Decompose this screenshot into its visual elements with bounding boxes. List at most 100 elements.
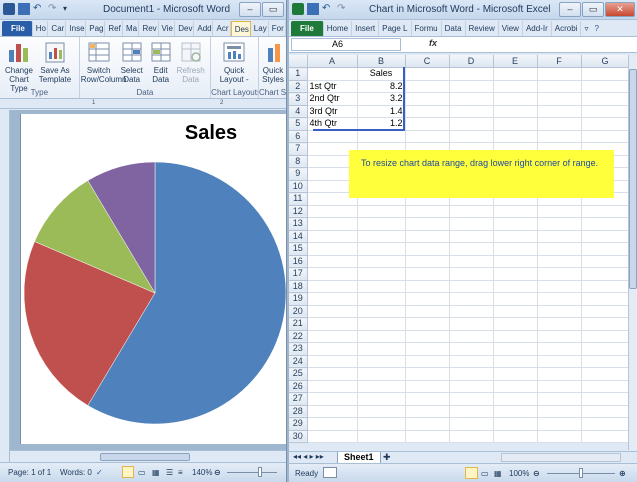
cell-b[interactable] — [357, 317, 406, 331]
cell[interactable] — [449, 305, 494, 318]
cell[interactable] — [405, 267, 450, 281]
row-header[interactable]: 30 — [289, 430, 308, 443]
proofing-icon[interactable]: ✓ — [96, 468, 103, 477]
horizontal-ruler[interactable]: 1 2 — [0, 99, 286, 109]
column-header[interactable]: D — [449, 55, 494, 68]
cell[interactable] — [537, 230, 582, 243]
cell[interactable] — [493, 92, 538, 106]
tab-view[interactable]: Vie — [159, 21, 176, 36]
cell-b[interactable] — [357, 405, 406, 418]
cell[interactable] — [405, 405, 450, 418]
cell[interactable] — [537, 330, 582, 343]
scrollbar-thumb[interactable] — [100, 453, 190, 461]
cell[interactable] — [493, 392, 538, 406]
cell[interactable] — [405, 392, 450, 406]
tab-add-ins[interactable]: Add — [194, 21, 214, 36]
restore-button[interactable]: ▭ — [582, 2, 604, 17]
cell[interactable] — [405, 205, 450, 218]
cell[interactable] — [493, 355, 538, 368]
zoom-slider-thumb[interactable] — [258, 467, 262, 477]
row-header[interactable]: 8 — [289, 155, 308, 168]
row-header[interactable]: 19 — [289, 292, 308, 306]
cell-a[interactable] — [307, 405, 358, 418]
tab-home[interactable]: Ho — [33, 21, 49, 36]
zoom-out-button[interactable]: ⊖ — [533, 469, 540, 478]
cell[interactable] — [493, 280, 538, 293]
cell-a[interactable] — [307, 330, 358, 343]
row-header[interactable]: 28 — [289, 405, 308, 418]
cell-a[interactable] — [307, 280, 358, 293]
zoom-slider[interactable] — [227, 472, 277, 473]
cell[interactable] — [581, 105, 630, 118]
page-break-view-icon[interactable]: ▦ — [494, 469, 502, 478]
cell[interactable] — [537, 267, 582, 281]
cell[interactable] — [581, 392, 630, 406]
zoom-in-button[interactable]: ⊕ — [619, 469, 626, 478]
cell-b[interactable] — [357, 430, 406, 443]
cell[interactable] — [405, 255, 450, 268]
row-header[interactable]: 4 — [289, 105, 308, 118]
excel-vertical-scrollbar[interactable] — [628, 55, 637, 450]
cell[interactable] — [581, 242, 630, 256]
tab-mailings[interactable]: Ma — [123, 21, 140, 36]
cell[interactable] — [581, 130, 630, 143]
row-header[interactable]: 24 — [289, 355, 308, 368]
scrollbar-thumb[interactable] — [629, 69, 637, 289]
cell[interactable] — [449, 280, 494, 293]
undo-icon[interactable]: ↶ — [33, 3, 45, 15]
cell[interactable] — [581, 80, 630, 93]
cell-a[interactable] — [307, 242, 358, 256]
cell-b[interactable] — [357, 417, 406, 431]
cell[interactable] — [581, 367, 630, 381]
row-header[interactable]: 14 — [289, 230, 308, 243]
cell[interactable] — [493, 67, 538, 81]
cell-a[interactable] — [307, 217, 358, 231]
cell[interactable] — [449, 342, 494, 356]
row-header[interactable]: 23 — [289, 342, 308, 356]
tab-file[interactable]: File — [291, 21, 324, 36]
cell-b[interactable] — [357, 217, 406, 231]
cell-a[interactable] — [307, 205, 358, 218]
cell[interactable] — [537, 392, 582, 406]
cell[interactable] — [537, 417, 582, 431]
cell-b[interactable] — [357, 292, 406, 306]
cell[interactable] — [581, 67, 630, 81]
row-header[interactable]: 25 — [289, 367, 308, 381]
zoom-level[interactable]: 140% — [192, 468, 212, 477]
tab-formulas[interactable]: Formu — [412, 21, 442, 36]
cell[interactable] — [581, 380, 630, 393]
cell[interactable] — [405, 230, 450, 243]
tab-developer[interactable]: Dev — [175, 21, 195, 36]
tab-insert[interactable]: Insert — [352, 21, 380, 36]
cell-b[interactable] — [357, 355, 406, 368]
cell[interactable] — [405, 105, 450, 118]
cell[interactable] — [449, 130, 494, 143]
sheet-nav-arrows-icon[interactable]: ◂◂ ◂ ▸ ▸▸ — [293, 452, 324, 461]
row-header[interactable]: 9 — [289, 167, 308, 181]
tab-format[interactable]: For — [269, 21, 286, 36]
tab-references[interactable]: Ref — [105, 21, 123, 36]
cell[interactable] — [449, 405, 494, 418]
cell-a[interactable] — [307, 292, 358, 306]
column-header[interactable]: A — [307, 55, 358, 68]
column-header[interactable]: G — [581, 55, 630, 68]
cell[interactable] — [449, 230, 494, 243]
row-header[interactable]: 11 — [289, 192, 308, 206]
cell[interactable] — [581, 230, 630, 243]
draft-view-icon[interactable]: ≡ — [178, 468, 183, 477]
cell[interactable] — [581, 355, 630, 368]
pie-chart[interactable] — [21, 158, 287, 438]
cell-a[interactable] — [307, 355, 358, 368]
cell[interactable] — [449, 355, 494, 368]
column-header[interactable]: E — [493, 55, 538, 68]
cell-b[interactable] — [357, 255, 406, 268]
cell[interactable] — [581, 280, 630, 293]
cell[interactable] — [537, 242, 582, 256]
cell[interactable] — [405, 92, 450, 106]
cell-a[interactable] — [307, 367, 358, 381]
cell[interactable] — [581, 405, 630, 418]
cell-b[interactable] — [357, 280, 406, 293]
cell[interactable] — [449, 255, 494, 268]
cell[interactable] — [581, 305, 630, 318]
name-box[interactable]: A6 — [291, 38, 401, 51]
